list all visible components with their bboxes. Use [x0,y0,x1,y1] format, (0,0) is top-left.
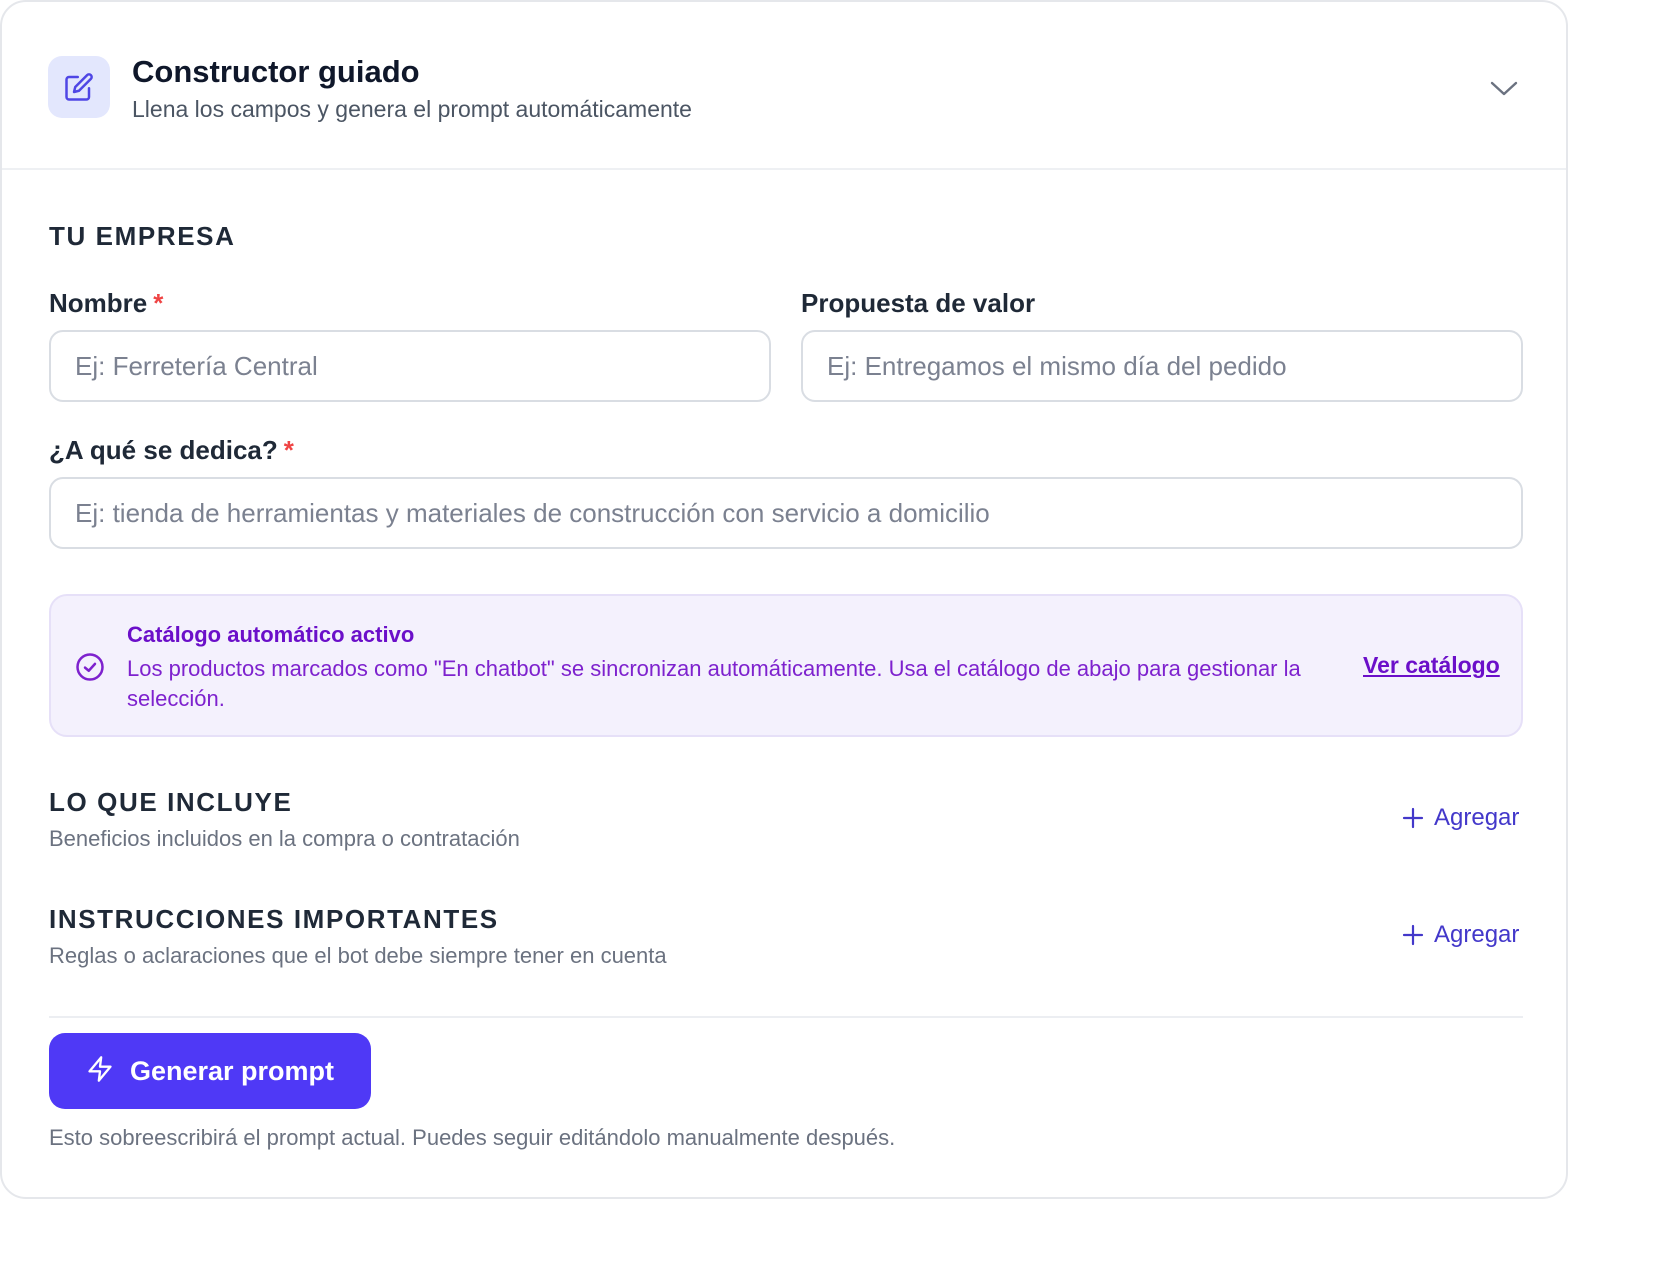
builder-header[interactable]: Constructor guiado Llena los campos y ge… [2,2,1566,170]
add-include-button[interactable]: Agregar [1402,804,1519,832]
name-input[interactable] [49,330,771,402]
guided-builder-card: Constructor guiado Llena los campos y ge… [0,0,1568,1199]
add-instruction-button[interactable]: Agregar [1402,921,1519,949]
activity-label-text: ¿A qué se dedica? [49,435,278,465]
edit-icon [48,56,110,118]
name-label-text: Nombre [49,288,148,318]
generate-prompt-button[interactable]: Generar prompt [49,1033,371,1109]
activity-input[interactable] [49,477,1523,549]
builder-subtitle: Llena los campos y genera el prompt auto… [132,96,692,122]
check-circle-icon [75,652,105,682]
builder-title: Constructor guiado [132,54,420,89]
plus-icon [1402,807,1424,829]
instructions-section-subtitle: Reglas o aclaraciones que el bot debe si… [49,943,667,968]
chevron-down-icon[interactable] [1482,70,1526,106]
required-marker: * [283,435,294,465]
add-instruction-label: Agregar [1434,921,1520,948]
company-section-title: TU EMPRESA [49,221,236,251]
generate-prompt-label: Generar prompt [129,1055,335,1086]
catalog-notice-title: Catálogo automático activo [127,622,415,647]
view-catalog-link[interactable]: Ver catálogo [1363,652,1500,679]
catalog-notice: Catálogo automático activo Los productos… [49,594,1523,737]
value-prop-input[interactable] [801,330,1523,402]
value-prop-label: Propuesta de valor [801,288,1036,318]
overwrite-note: Esto sobreescribirá el prompt actual. Pu… [49,1125,896,1150]
includes-section-subtitle: Beneficios incluidos en la compra o cont… [49,826,520,851]
instructions-section-title: INSTRUCCIONES IMPORTANTES [49,904,499,934]
plus-icon [1402,924,1424,946]
required-marker: * [153,288,164,318]
name-label: Nombre * [49,288,163,319]
divider [49,1016,1523,1018]
add-include-label: Agregar [1434,804,1520,831]
lightning-icon [86,1054,114,1089]
activity-label: ¿A qué se dedica? * [49,435,294,466]
includes-section-title: LO QUE INCLUYE [49,787,293,817]
catalog-notice-text: Los productos marcados como "En chatbot"… [127,656,1301,711]
